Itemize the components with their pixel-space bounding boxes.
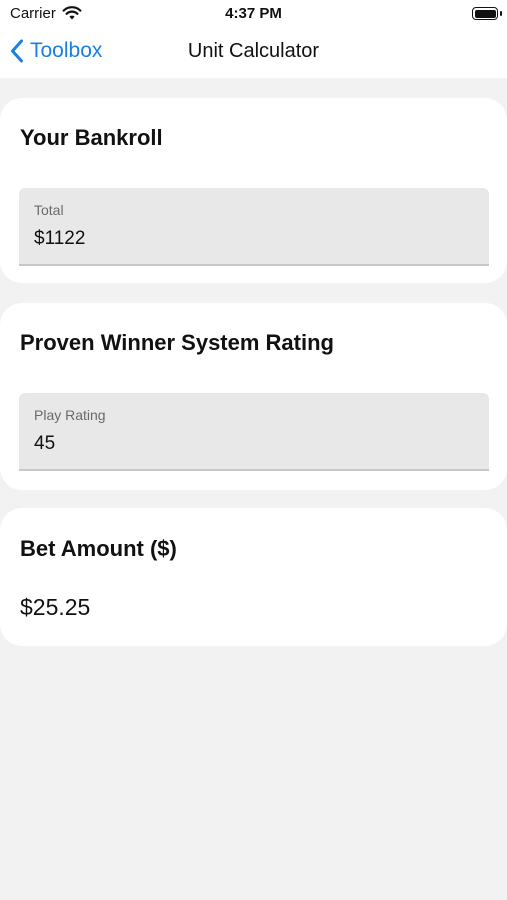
page-title: Unit Calculator xyxy=(187,40,320,62)
navigation-bar: Toolbox Unit Calculator xyxy=(0,28,507,78)
play-rating-field[interactable]: Play Rating 45 xyxy=(19,393,489,471)
bet-amount-title: Bet Amount ($) xyxy=(20,536,177,561)
bet-amount-value: $25.25 xyxy=(20,594,91,620)
bankroll-total-value: $1122 xyxy=(34,228,86,249)
bankroll-total-field[interactable]: Total $1122 xyxy=(19,188,489,266)
bet-amount-card: Bet Amount ($) $25.25 xyxy=(0,508,507,646)
play-rating-label: Play Rating xyxy=(34,407,106,423)
play-rating-value: 45 xyxy=(34,433,56,454)
bankroll-title: Your Bankroll xyxy=(20,125,163,150)
status-time: 4:37 PM xyxy=(225,5,282,22)
status-bar: Carrier 4:37 PM xyxy=(0,0,507,28)
rating-title: Proven Winner System Rating xyxy=(20,330,334,355)
bankroll-card: Your Bankroll Total $1122 xyxy=(0,98,507,283)
rating-card: Proven Winner System Rating Play Rating … xyxy=(0,303,507,490)
battery-icon xyxy=(472,7,502,20)
bankroll-total-label: Total xyxy=(34,202,64,218)
